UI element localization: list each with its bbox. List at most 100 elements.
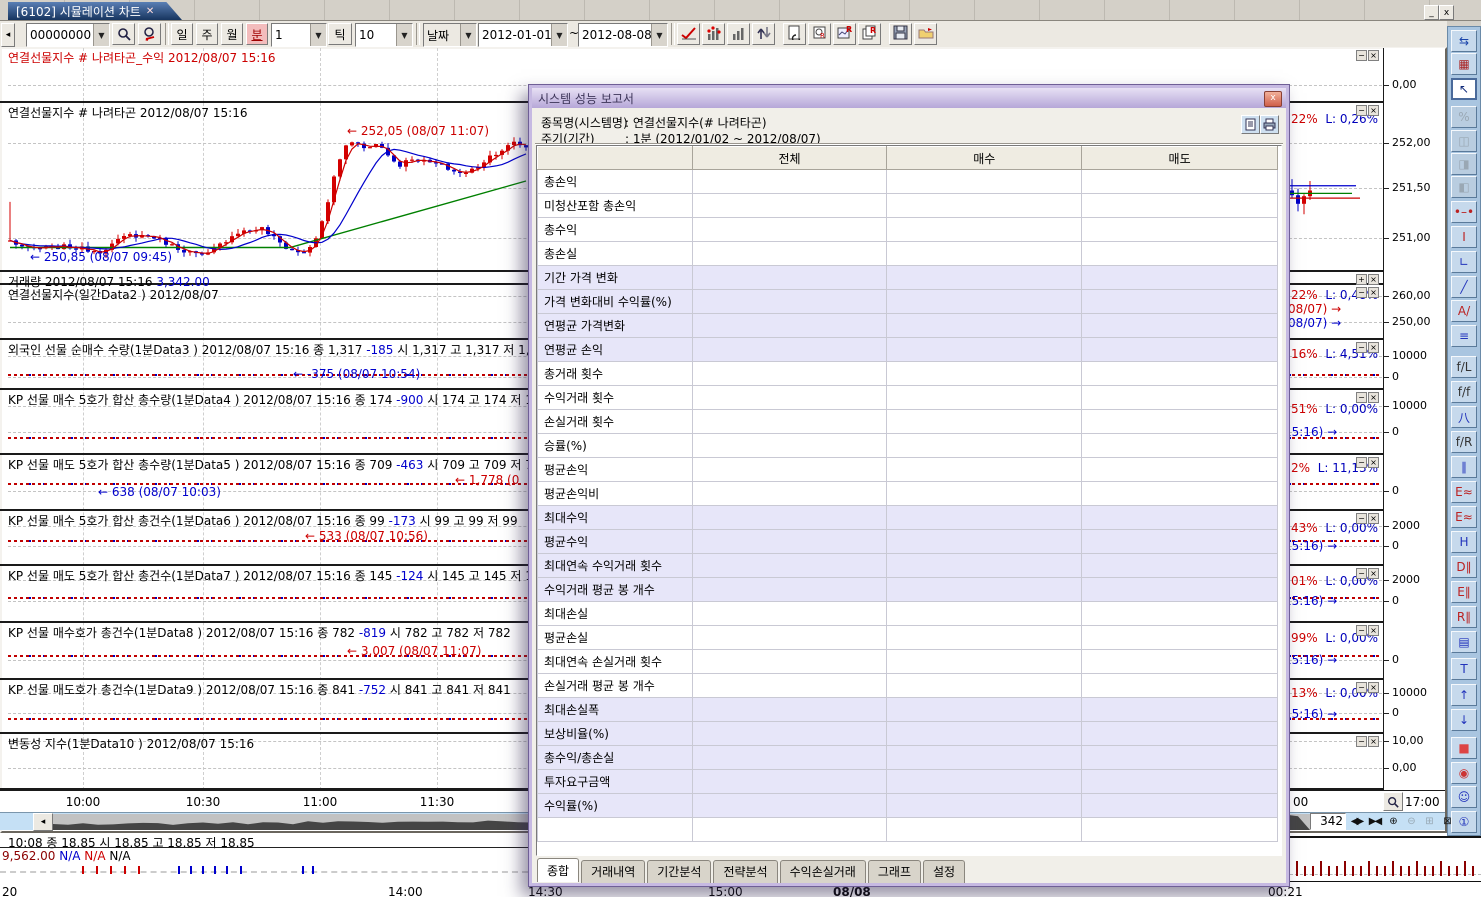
panel-close-button[interactable]: × [1368, 513, 1379, 524]
window-minimize-button[interactable]: _ [1424, 5, 1439, 20]
text-note-icon[interactable]: A/ [1451, 300, 1477, 322]
save-button[interactable] [889, 23, 912, 45]
panel-close-button[interactable]: × [1368, 568, 1379, 579]
pattern-grid-icon[interactable]: ▦ [1451, 53, 1477, 75]
overview-left-arrow-button[interactable]: ◂ [33, 813, 53, 831]
panel-close-button[interactable]: × [1368, 457, 1379, 468]
ray-line-icon[interactable]: ╱ [1451, 276, 1477, 298]
dialog-tab-종합[interactable]: 종합 [537, 858, 579, 882]
pattern-e-icon[interactable]: E∥ [1451, 581, 1477, 603]
fib-retr-icon[interactable]: f/R [1451, 431, 1477, 453]
bars-button[interactable] [727, 23, 750, 45]
hand-chart2-icon[interactable]: ◨ [1451, 153, 1477, 175]
parallel-lines-icon[interactable]: ∥ [1451, 456, 1477, 478]
toolbar-nav-left-button[interactable]: ◂ [1, 23, 15, 47]
arrow-down-icon[interactable]: ↓ [1451, 709, 1477, 731]
chevron-down-icon[interactable]: ▼ [310, 24, 326, 46]
square-marker-icon[interactable]: ■ [1451, 737, 1477, 759]
date-from-combo[interactable]: 2012-01-01▼ [478, 23, 568, 47]
expand-bars-button[interactable]: ◀▶ [1348, 813, 1365, 829]
clock-marker-icon[interactable]: ① [1451, 811, 1477, 833]
period-minute-button[interactable]: 분 [246, 23, 268, 45]
panel-close-button[interactable]: × [1368, 625, 1379, 636]
dialog-tab-그래프[interactable]: 그래프 [868, 860, 921, 883]
period-week-button[interactable]: 주 [196, 23, 218, 45]
vertical-line-icon[interactable]: I [1451, 226, 1477, 248]
elliott-wave2-icon[interactable]: E≈ [1451, 506, 1477, 528]
date-mode-combo[interactable]: 날짜▼ [423, 23, 477, 47]
symbol-combo[interactable]: 00000000▼ [26, 23, 110, 47]
panel-minimize-button[interactable]: − [1356, 287, 1367, 298]
zoom-history-button[interactable] [138, 23, 161, 45]
signal-check-button[interactable] [677, 23, 700, 45]
signal-bars-button[interactable] [702, 23, 725, 45]
panel-minimize-button[interactable]: − [1356, 342, 1367, 353]
panel-close-button[interactable]: × [1368, 682, 1379, 693]
panel-close-button[interactable]: × [1368, 105, 1379, 116]
panel-minimize-button[interactable]: − [1356, 392, 1367, 403]
zoom-in-button[interactable]: ⊕ [1384, 813, 1401, 829]
fib-lines-icon[interactable]: f/L [1451, 356, 1477, 378]
open-folder-button[interactable] [914, 23, 937, 45]
sort-updown-button[interactable] [752, 23, 775, 45]
panel-minimize-button[interactable]: − [1356, 457, 1367, 468]
period-day-button[interactable]: 일 [171, 23, 193, 45]
panel-minimize-button[interactable]: − [1356, 513, 1367, 524]
pattern-r-icon[interactable]: R∥ [1451, 606, 1477, 628]
angle-line-icon[interactable]: ∟ [1451, 251, 1477, 273]
report-doc-button[interactable] [783, 23, 806, 45]
panel-minimize-button[interactable]: − [1356, 105, 1367, 116]
date-to-combo[interactable]: 2012-08-08▼ [578, 23, 668, 47]
panel-minimize-button[interactable]: − [1356, 736, 1367, 747]
multi-report-button[interactable]: R [858, 23, 881, 45]
panel-minimize-button[interactable]: − [1356, 50, 1367, 61]
panel-minimize-button[interactable]: − [1356, 568, 1367, 579]
circle-marker-icon[interactable]: ◉ [1451, 762, 1477, 784]
minute-count-combo[interactable]: 1▼ [271, 23, 327, 47]
panel-close-button[interactable]: × [1368, 342, 1379, 353]
chevron-down-icon[interactable]: ▼ [651, 24, 667, 46]
panel-close-button[interactable]: × [1368, 50, 1379, 61]
panel-close-button[interactable]: × [1368, 392, 1379, 403]
arrow-up-icon[interactable]: ↑ [1451, 684, 1477, 706]
fan-lines-icon[interactable]: 八 [1451, 406, 1477, 428]
region-report-button[interactable]: R [833, 23, 856, 45]
tick-button[interactable]: 틱 [328, 23, 352, 45]
dialog-tab-전략분석[interactable]: 전략분석 [713, 860, 777, 883]
axis-zoom-button[interactable] [1383, 792, 1403, 811]
smiley-marker-icon[interactable]: ☺ [1451, 786, 1477, 808]
percent-tool-icon[interactable]: % [1451, 106, 1477, 128]
dialog-print-button[interactable] [1260, 115, 1279, 134]
chart-tab[interactable]: [6102] 시뮬레이션 차트 ✕ [8, 2, 182, 20]
trend-line-icon[interactable]: •–• [1451, 201, 1477, 223]
panel-close-button[interactable]: × [1368, 287, 1379, 298]
quote-box-icon[interactable]: ▤ [1451, 631, 1477, 653]
cursor-icon[interactable]: ↖ [1451, 78, 1477, 100]
dialog-tab-설정[interactable]: 설정 [923, 860, 965, 883]
refresh-swap-icon[interactable]: ⇆ [1451, 30, 1477, 52]
hand-chart-icon[interactable]: ◫ [1451, 130, 1477, 152]
dialog-copy-button[interactable] [1241, 115, 1260, 134]
dialog-tab-수익손실거래[interactable]: 수익손실거래 [780, 860, 866, 883]
text-t-icon[interactable]: T [1451, 658, 1477, 680]
hilo-icon[interactable]: H [1451, 531, 1477, 553]
window-close-button[interactable]: x [1439, 5, 1454, 20]
chevron-down-icon[interactable]: ▼ [460, 24, 476, 46]
elliott-wave-icon[interactable]: E≈ [1451, 481, 1477, 503]
fib-fan-icon[interactable]: f/f [1451, 381, 1477, 403]
panel-minimize-button[interactable]: − [1356, 625, 1367, 636]
zoom-button[interactable] [112, 23, 135, 45]
shrink-bars-button[interactable]: ▶◀ [1366, 813, 1383, 829]
panel-minimize-button[interactable]: + [1356, 274, 1367, 285]
dialog-tab-기간분석[interactable]: 기간분석 [647, 860, 711, 883]
period-month-button[interactable]: 월 [221, 23, 243, 45]
chevron-down-icon[interactable]: ▼ [396, 24, 412, 46]
mini-chart-icon[interactable]: ◧ [1451, 176, 1477, 198]
panel-close-button[interactable]: × [1368, 736, 1379, 747]
pattern-d-icon[interactable]: D∥ [1451, 556, 1477, 578]
tick-count-combo[interactable]: 10▼ [355, 23, 413, 47]
dialog-close-button[interactable]: x [1264, 91, 1282, 107]
doc-search-button[interactable]: R [808, 23, 831, 45]
dialog-tab-거래내역[interactable]: 거래내역 [581, 860, 645, 883]
dialog-titlebar[interactable]: 시스템 성능 보고서 [532, 88, 1286, 108]
